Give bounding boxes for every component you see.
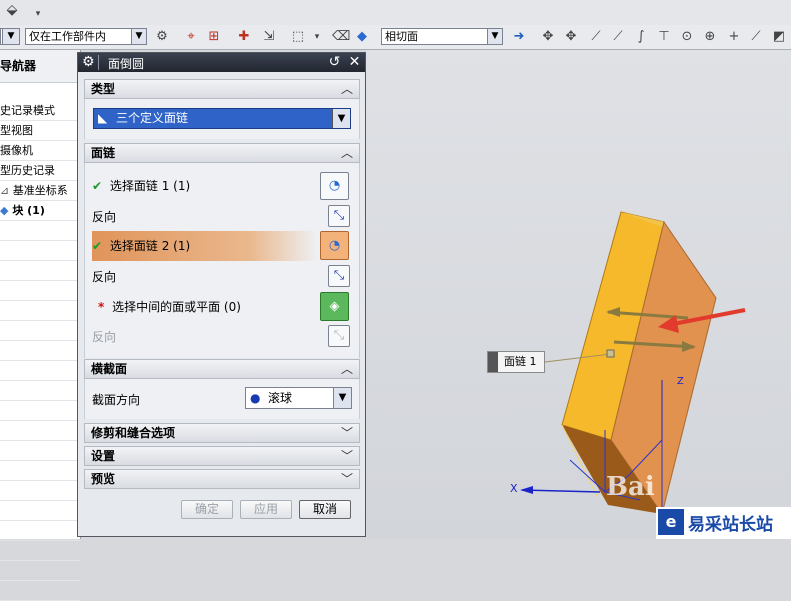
reset-icon[interactable]: ↺ <box>326 54 343 71</box>
reverse3-label: 反向 <box>92 330 117 344</box>
close-icon[interactable]: ✕ <box>346 54 363 71</box>
chevron-down-icon: ﹀ <box>340 449 353 463</box>
type-select-value: 三个定义面链 <box>116 111 189 125</box>
dialog-titlebar: ⚙ 面倒圆 ↺ ✕ <box>78 53 365 72</box>
section-type[interactable]: 类型 ︿ <box>84 79 360 99</box>
drag-handle-icon[interactable] <box>488 352 498 372</box>
logo-text: 易采站长站 <box>688 515 773 535</box>
handle-point[interactable] <box>606 349 615 358</box>
section-face-chain[interactable]: 面链 ︿ <box>84 143 360 163</box>
baidu-watermark: Bai <box>606 472 655 502</box>
ok-button[interactable]: 确定 <box>181 500 233 519</box>
chevron-down-icon: ▼ <box>333 388 351 408</box>
section-settings-label: 设置 <box>91 449 116 463</box>
select-middle-face-button[interactable]: ◈ <box>320 292 349 321</box>
section-cross-section[interactable]: 横截面 ︿ <box>84 359 360 379</box>
cancel-button[interactable]: 取消 <box>299 500 351 519</box>
reverse-direction1-button[interactable]: ⤡ <box>328 205 350 227</box>
select-chain1-row[interactable]: ✔ 选择面链 1 (1) <box>92 177 322 195</box>
title-separator <box>98 55 99 70</box>
chevron-up-icon: ︿ <box>340 82 353 96</box>
nav-empty-row <box>0 541 80 561</box>
arrowhead-icon <box>520 486 533 494</box>
reverse-direction2-button[interactable]: ⤡ <box>328 265 350 287</box>
chevron-up-icon: ︿ <box>340 146 353 160</box>
section-preview[interactable]: 预览 ﹀ <box>84 469 360 489</box>
check-icon: ✔ <box>92 179 103 193</box>
select-face-chain2-button[interactable]: ◔ <box>320 231 349 260</box>
chevron-down-icon: ﹀ <box>340 426 353 440</box>
check-icon: ✔ <box>92 239 103 253</box>
select-face-chain1-button[interactable]: ◔ <box>320 172 349 200</box>
chevron-down-icon: ﹀ <box>340 472 353 486</box>
dialog-title: 面倒圆 <box>108 57 145 71</box>
section-cross-section-label: 横截面 <box>91 362 128 376</box>
section-trim-sew-label: 修剪和缝合选项 <box>91 426 176 440</box>
face-chain-label-text: 面链 1 <box>504 355 537 368</box>
cross-dir-value: 滚球 <box>268 391 293 405</box>
select-chain2-label: 选择面链 2 (1) <box>109 239 191 253</box>
face-chain-label[interactable]: 面链 1 <box>487 351 545 373</box>
select-chain1-label: 选择面链 1 (1) <box>109 179 191 193</box>
reverse-direction3-button[interactable]: ⤡ <box>328 325 350 347</box>
gear-icon[interactable]: ⚙ <box>82 54 95 70</box>
cross-dir-label: 截面方向 <box>92 393 141 407</box>
type-select[interactable]: ◣ 三个定义面链 ▼ <box>93 108 351 129</box>
face-blend-type-icon: ◣ <box>98 111 108 125</box>
select-middle-row[interactable]: * 选择中间的面或平面 (0) <box>98 298 318 316</box>
section-trim-sew[interactable]: 修剪和缝合选项 ﹀ <box>84 423 360 443</box>
axis-z-label: Z <box>677 376 684 387</box>
required-star-icon: * <box>98 300 105 314</box>
section-type-label: 类型 <box>91 82 116 96</box>
apply-button[interactable]: 应用 <box>240 500 292 519</box>
chevron-down-icon: ▼ <box>332 109 350 128</box>
section-preview-label: 预览 <box>91 472 116 486</box>
select-chain2-row[interactable]: ✔ 选择面链 2 (1) <box>92 237 322 255</box>
rolling-ball-icon: ● <box>250 391 261 405</box>
reverse2-label: 反向 <box>92 270 117 284</box>
axis-x-line <box>521 489 601 493</box>
logo-e-icon: e <box>658 509 684 535</box>
nav-empty-row <box>0 581 80 601</box>
section-settings[interactable]: 设置 ﹀ <box>84 446 360 466</box>
nav-empty-row <box>0 561 80 581</box>
cross-dir-select[interactable]: ● 滚球 ▼ <box>245 387 352 409</box>
axis-x-label: X <box>510 482 518 495</box>
section-face-chain-label: 面链 <box>91 146 116 160</box>
reverse1-label: 反向 <box>92 210 117 224</box>
site-logo: e 易采站长站 <box>656 507 791 539</box>
chevron-up-icon: ︿ <box>340 362 353 376</box>
select-middle-label: 选择中间的面或平面 (0) <box>112 300 241 314</box>
